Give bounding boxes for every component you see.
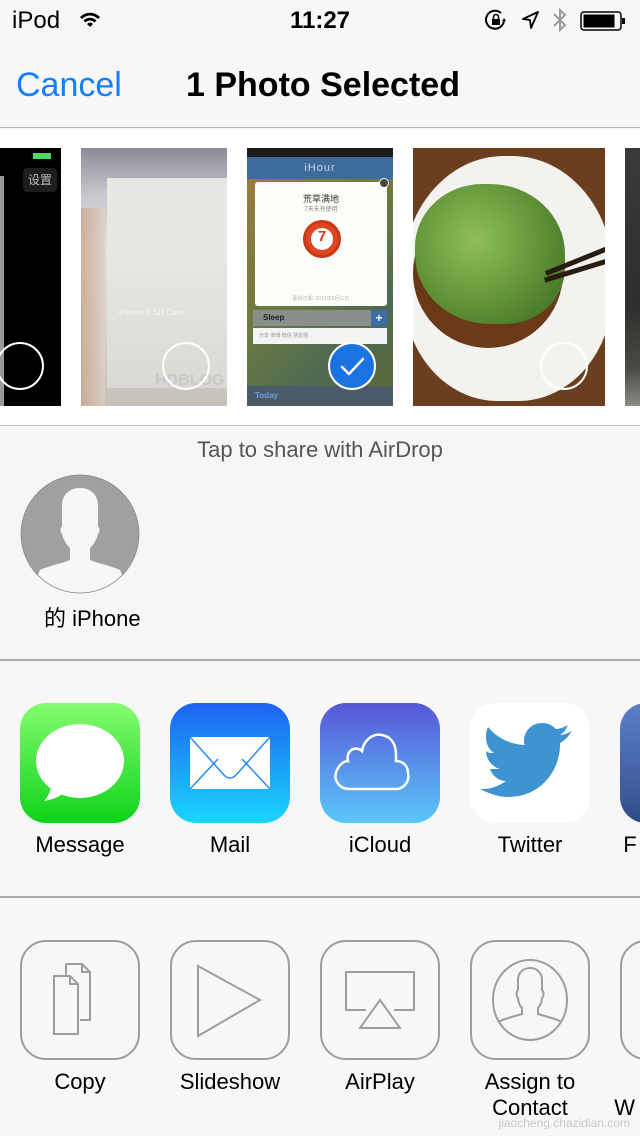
thumb-plus-icon: + xyxy=(371,310,387,326)
copy-icon xyxy=(20,940,140,1060)
selected-checkmark-icon[interactable] xyxy=(328,342,376,390)
share-app-label: Message xyxy=(35,832,125,857)
thumb-card-date: 赢得日期: 2013年9月11日 xyxy=(292,296,350,302)
assign-contact-icon xyxy=(470,940,590,1060)
photo-strip[interactable]: 设置 iPhone 5 SD Case HDBLOG iHour 荒草满地 7天… xyxy=(0,129,640,426)
select-circle[interactable] xyxy=(0,342,44,390)
airdrop-section: Tap to share with AirDrop 的 iPhone xyxy=(0,427,640,661)
select-circle[interactable] xyxy=(162,342,210,390)
thumb-case-text: iPhone 5 SD Case xyxy=(119,308,185,317)
wallpaper-button[interactable]: W xyxy=(614,940,640,1120)
airdrop-device[interactable]: 的 iPhone xyxy=(20,474,141,631)
share-app-label: Mail xyxy=(209,832,251,857)
status-bar: iPod 11:27 xyxy=(0,0,640,40)
thumb-close-icon xyxy=(379,178,389,188)
clock: 11:27 xyxy=(289,7,351,34)
watermark: jiaocheng.chazidian.com xyxy=(498,1116,630,1130)
thumb-app-title: iHour xyxy=(247,157,393,179)
copy-button[interactable]: Copy xyxy=(20,940,140,1094)
thumb-card-subtitle: 7天未有使用 xyxy=(304,207,338,213)
mail-icon xyxy=(170,703,290,823)
cancel-button[interactable]: Cancel xyxy=(16,66,122,105)
share-facebook-button[interactable]: F xyxy=(620,703,640,857)
thumb-battery xyxy=(33,153,51,159)
share-message-button[interactable]: Message xyxy=(20,703,140,857)
nav-bar: Cancel 1 Photo Selected xyxy=(0,40,640,128)
facebook-icon xyxy=(620,703,640,823)
slideshow-button[interactable]: Slideshow xyxy=(170,940,290,1094)
photo-thumbnail[interactable] xyxy=(625,148,640,406)
page-title: 1 Photo Selected xyxy=(186,66,460,104)
twitter-icon xyxy=(470,703,590,823)
share-mail-button[interactable]: Mail xyxy=(170,703,290,857)
share-app-label: F xyxy=(623,832,637,857)
thumb-card: 荒草满地 7天未有使用 7 赢得日期: 2013年9月11日 xyxy=(255,182,387,306)
photo-thumbnail[interactable]: 设置 xyxy=(0,148,61,406)
photo-thumbnail-selected[interactable]: iHour 荒草满地 7天未有使用 7 赢得日期: 2013年9月11日 Sle… xyxy=(247,148,393,406)
action-label: Slideshow xyxy=(179,1069,281,1094)
message-icon xyxy=(20,703,140,823)
thumb-statusbar xyxy=(247,148,393,157)
avatar xyxy=(20,474,140,594)
airplay-icon xyxy=(320,940,440,1060)
thumb-row: Sleep + xyxy=(253,310,387,326)
thumb-badge: 7 xyxy=(303,220,341,258)
thumb-share-bar: 分享 微博 微信 朋友圈 xyxy=(253,328,387,344)
share-apps-row[interactable]: Message Mail iCloud Twitter F xyxy=(0,663,640,898)
airdrop-hint: Tap to share with AirDrop xyxy=(197,437,443,462)
thumb-row-label: Sleep xyxy=(263,313,285,322)
action-label: Copy xyxy=(54,1069,106,1094)
thumb-settings-label: 设置 xyxy=(23,168,57,192)
assign-to-contact-button[interactable]: Assign to Contact xyxy=(470,940,590,1120)
select-circle[interactable] xyxy=(540,342,588,390)
share-icloud-button[interactable]: iCloud xyxy=(320,703,440,857)
bluetooth-icon xyxy=(553,7,567,33)
airdrop-device-name: 的 iPhone xyxy=(44,606,141,631)
share-app-label: iCloud xyxy=(348,832,412,857)
thumb-noodles xyxy=(415,184,565,324)
slideshow-icon xyxy=(170,940,290,1060)
actions-row[interactable]: Copy Slideshow AirPlay Assign to Contact xyxy=(0,900,640,1136)
thumb-hand xyxy=(81,208,105,406)
thumb-badge-number: 7 xyxy=(311,228,333,250)
photo-thumbnail[interactable] xyxy=(413,148,605,406)
airplay-button[interactable]: AirPlay xyxy=(320,940,440,1094)
rotation-lock-icon xyxy=(485,9,506,30)
wallpaper-icon xyxy=(620,940,640,1060)
battery-icon xyxy=(580,11,625,31)
photo-thumbnail[interactable]: iPhone 5 SD Case HDBLOG xyxy=(81,148,227,406)
action-label: AirPlay xyxy=(345,1069,415,1094)
location-icon xyxy=(522,11,539,29)
share-twitter-button[interactable]: Twitter xyxy=(470,703,590,857)
thumb-tabbar: Today xyxy=(247,386,393,406)
icloud-icon xyxy=(320,703,440,823)
